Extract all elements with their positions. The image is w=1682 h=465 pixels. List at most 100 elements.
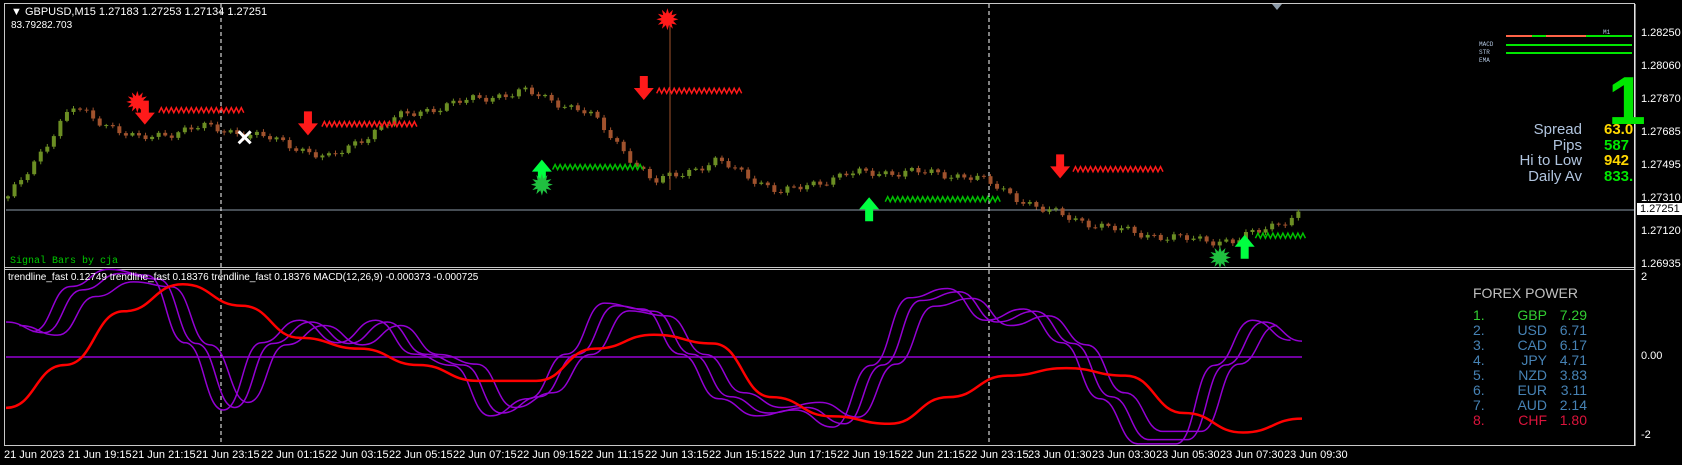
candle-body xyxy=(451,100,456,104)
star-signal-icon xyxy=(656,8,679,31)
forex-power-ccy: EUR xyxy=(1517,382,1547,398)
candle-body xyxy=(84,109,89,111)
trend-panel-bars xyxy=(1506,35,1632,54)
candle-body xyxy=(811,181,816,186)
candle-body xyxy=(346,145,351,153)
candle-body xyxy=(78,108,83,110)
candle-body xyxy=(1067,215,1072,220)
candle-body xyxy=(1119,228,1124,231)
forex-power-val: 4.71 xyxy=(1559,352,1587,368)
candle-body xyxy=(457,100,462,103)
candle-body xyxy=(64,111,69,121)
candle-body xyxy=(71,108,76,112)
candle-body xyxy=(25,174,30,181)
candle-body xyxy=(38,151,43,162)
candle-body xyxy=(733,167,738,169)
candle-body xyxy=(130,133,135,136)
candle-body xyxy=(746,169,751,179)
price-label: 1.27870 xyxy=(1641,93,1681,105)
price-chart[interactable] xyxy=(0,0,1682,465)
forex-power-rank: 3. xyxy=(1473,337,1485,353)
forex-power-val: 6.71 xyxy=(1559,322,1587,338)
candle-body xyxy=(1158,234,1163,240)
candle-body xyxy=(582,110,587,114)
candle-body xyxy=(117,126,122,134)
forex-power-row: 7. AUD 2.14 xyxy=(1473,397,1587,413)
candle-body xyxy=(19,180,24,185)
candle-body xyxy=(1276,223,1281,225)
info-label: Spread xyxy=(1533,121,1582,138)
candle-body xyxy=(988,176,993,184)
forex-power-row: 2. USD 6.71 xyxy=(1473,322,1587,338)
signal-trail xyxy=(1254,231,1307,240)
forex-power-val: 3.83 xyxy=(1559,367,1587,383)
forex-power-rank: 2. xyxy=(1473,322,1485,338)
candle-body xyxy=(471,95,476,100)
candle-body xyxy=(1126,226,1131,229)
candle-body xyxy=(1152,234,1157,236)
candle-body xyxy=(399,111,403,118)
buy-arrow-icon xyxy=(1234,234,1255,259)
chart-shift-marker[interactable] xyxy=(1272,4,1282,10)
candle-body xyxy=(490,97,495,102)
candle-body xyxy=(523,87,528,90)
candle-body xyxy=(1198,236,1203,239)
price-label: 1.28250 xyxy=(1641,27,1681,39)
trend-label-macd: MACD xyxy=(1479,41,1494,48)
time-label: 21 Jun 19:15 xyxy=(68,449,132,461)
candle-body xyxy=(1099,223,1104,228)
candle-body xyxy=(687,169,692,176)
candle-body xyxy=(955,174,960,178)
candle-body xyxy=(333,153,338,155)
candle-body xyxy=(228,130,233,133)
forex-power-ccy: JPY xyxy=(1521,352,1547,368)
candle-body xyxy=(1034,202,1039,207)
forex-power-ccy: USD xyxy=(1517,322,1547,338)
forex-power-ccy: CAD xyxy=(1517,337,1547,353)
candle-body xyxy=(359,141,364,143)
candle-body xyxy=(654,178,659,183)
time-label: 23 Jun 07:30 xyxy=(1220,449,1284,461)
time-label: 23 Jun 01:30 xyxy=(1028,449,1092,461)
candle-body xyxy=(294,148,299,151)
trend-label-ema: EMA xyxy=(1479,57,1490,64)
candle-body xyxy=(169,135,174,138)
candle-body xyxy=(1080,218,1085,221)
info-value: 587 xyxy=(1604,136,1630,154)
forex-power-ccy: CHF xyxy=(1518,412,1547,428)
time-label: 22 Jun 09:15 xyxy=(517,449,581,461)
trend-bar-str xyxy=(1506,44,1632,46)
candle-body xyxy=(268,136,272,140)
forex-power-row: 8. CHF 1.80 xyxy=(1473,412,1587,428)
candle-body xyxy=(903,170,908,177)
candle-body xyxy=(556,100,561,108)
candle-body xyxy=(274,137,279,140)
info-label: Daily Av xyxy=(1528,167,1582,185)
forex-power-title: FOREX POWER xyxy=(1473,285,1579,301)
candle-body xyxy=(680,175,685,177)
indicator-axis-label: -2 xyxy=(1641,429,1651,441)
signal-trail xyxy=(551,162,644,172)
candle-body xyxy=(1289,217,1294,226)
candle-body xyxy=(759,182,764,184)
trend-bar-macd-seg xyxy=(1546,35,1586,37)
candle-body xyxy=(923,172,927,174)
candle-body xyxy=(575,105,580,111)
candle-body xyxy=(608,130,613,139)
candle-body xyxy=(621,141,626,152)
forex-power-val: 1.80 xyxy=(1559,412,1587,428)
candle-body xyxy=(1132,226,1137,233)
candle-body xyxy=(405,111,410,114)
symbol-info[interactable]: ▼ GBPUSD,M15 1.27183 1.27253 1.27134 1.2… xyxy=(11,6,267,18)
collapse-triangle-icon[interactable]: ▼ xyxy=(11,6,25,18)
candle-body xyxy=(916,167,921,173)
candle-body xyxy=(674,172,679,177)
candle-body xyxy=(1211,241,1216,246)
price-label: 1.27685 xyxy=(1641,126,1681,138)
time-label: 23 Jun 09:30 xyxy=(1284,449,1348,461)
candle-body xyxy=(890,171,895,175)
time-label: 22 Jun 07:15 xyxy=(453,449,517,461)
candle-body xyxy=(156,132,161,137)
candle-body xyxy=(51,136,56,147)
candle-body xyxy=(1093,227,1098,229)
